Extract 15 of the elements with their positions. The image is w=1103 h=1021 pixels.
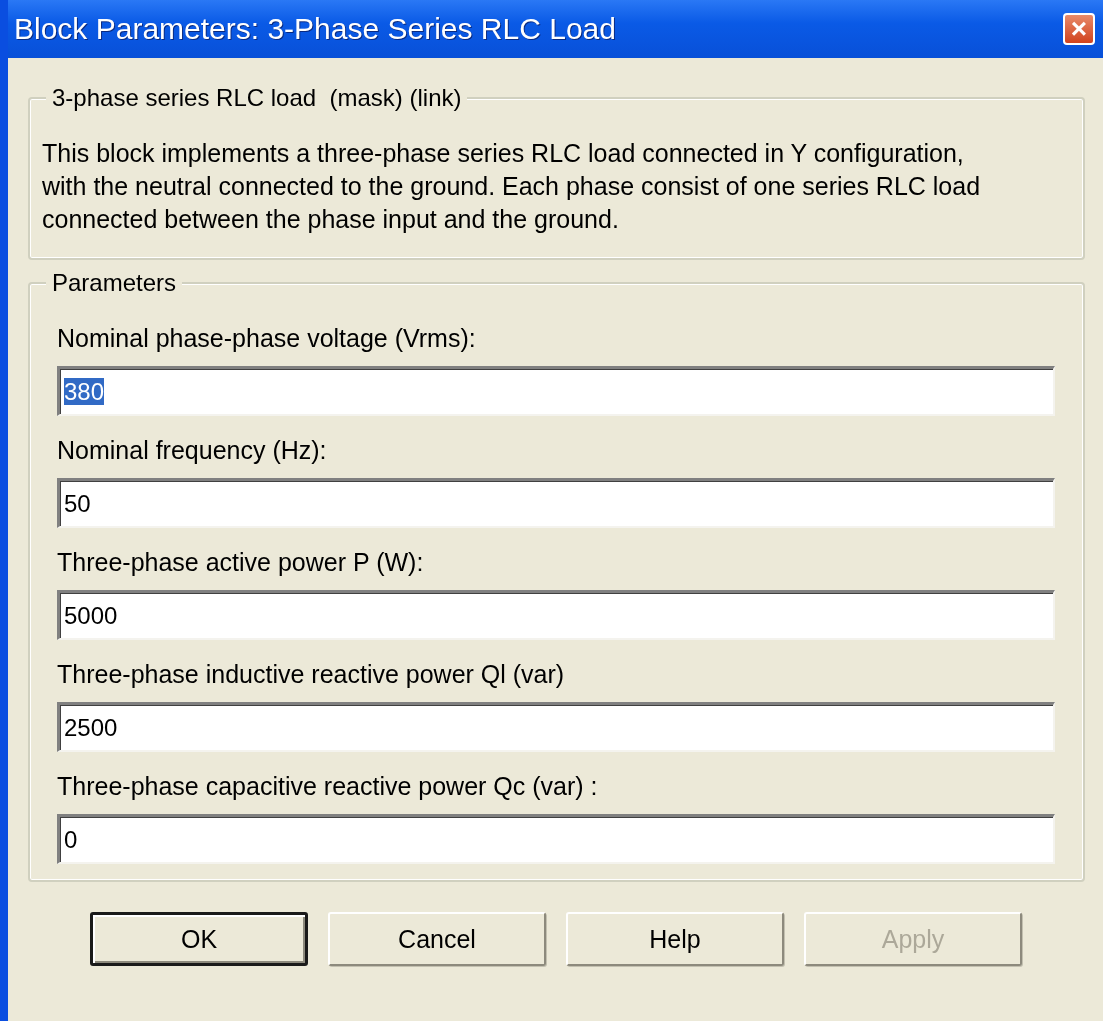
window-title: Block Parameters: 3-Phase Series RLC Load [14, 12, 616, 46]
field-label: Nominal frequency (Hz): [57, 435, 328, 466]
field-label: Three-phase active power P (W): [57, 547, 425, 578]
input-field[interactable]: 380 [57, 366, 1055, 416]
field-label: Nominal phase-phase voltage (Vrms): [57, 323, 477, 354]
input-field[interactable]: 5000 [57, 590, 1055, 640]
dialog-button[interactable]: OK [90, 912, 308, 966]
dialog-button[interactable]: Cancel [328, 912, 546, 966]
field-label: Three-phase inductive reactive power Ql (var) [57, 659, 566, 690]
input-field[interactable]: 50 [57, 478, 1055, 528]
input-field[interactable]: 2500 [57, 702, 1055, 752]
dialog-button[interactable]: Help [566, 912, 784, 966]
description-text: This block implements a three-phase series RLC load connected in Y configuration, with the neutral connected to the ground. Each phase consist of one series RLC load connected between the phase input and the ground. [42, 138, 982, 235]
input-field[interactable]: 0 [57, 814, 1055, 864]
field-label: Three-phase capacitive reactive power Qc (var) : [57, 771, 599, 802]
